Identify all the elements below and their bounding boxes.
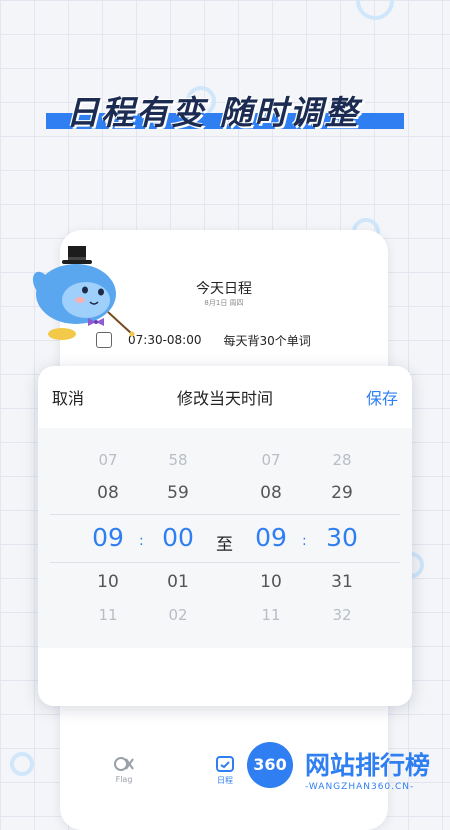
end-colon: :	[302, 533, 307, 549]
calendar-icon	[216, 756, 234, 772]
time-picker: 07 08 09 10 11 : 58 59 00 01 02 至 07 08 …	[38, 428, 412, 648]
wheel-value: 08	[97, 483, 119, 503]
wheel-selected-value: 30	[326, 523, 358, 552]
watermark-url: -WANGZHAN360.CN-	[305, 782, 415, 792]
tab-schedule-label: 日程	[217, 776, 233, 785]
end-minute-wheel[interactable]: 28 29 30 31 32	[312, 428, 372, 648]
wheel-value: 07	[261, 451, 281, 469]
wheel-selected-value: 09	[92, 523, 124, 552]
range-separator: 至	[216, 535, 233, 555]
mascot-illustration	[32, 246, 135, 340]
modal-footer	[38, 648, 412, 706]
wheel-value: 31	[331, 572, 353, 592]
wheel-value: 58	[168, 451, 188, 469]
wheel-value: 11	[261, 606, 281, 624]
start-hour-wheel[interactable]: 07 08 09 10 11	[78, 428, 138, 648]
wheel-value: 11	[98, 606, 118, 624]
top-hat-icon	[62, 246, 92, 264]
wheel-value: 02	[168, 606, 188, 624]
wheel-value: 07	[98, 451, 118, 469]
wheel-value: 01	[167, 572, 189, 592]
task-name: 每天背30个单词	[223, 333, 311, 348]
wheel-value: 08	[260, 483, 282, 503]
watermark-logo: 360 网站排行榜 -WANGZHAN360.CN-	[245, 740, 450, 800]
wheel-value: 28	[332, 451, 352, 469]
watermark-title: 网站排行榜	[305, 751, 431, 780]
flag-icon	[114, 757, 134, 771]
wheel-value: 10	[260, 572, 282, 592]
decor-ring	[356, 0, 394, 20]
save-button[interactable]: 保存	[366, 385, 398, 409]
modal-header: 取消 修改当天时间 保存	[38, 366, 412, 426]
headline-text: 日程有变 随时调整	[66, 93, 360, 132]
wheel-value: 59	[167, 483, 189, 503]
start-minute-wheel[interactable]: 58 59 00 01 02	[148, 428, 208, 648]
decor-ring	[10, 752, 34, 776]
wheel-selected-value: 09	[255, 523, 287, 552]
headline-banner: 日程有变 随时调整	[46, 86, 404, 136]
tab-flag-label: Flag	[115, 775, 133, 784]
wheel-value: 29	[331, 483, 353, 503]
watermark-badge: 360	[247, 742, 293, 788]
wheel-selected-value: 00	[162, 523, 194, 552]
tab-flag[interactable]: Flag	[99, 755, 149, 784]
time-edit-modal: 取消 修改当天时间 保存 07 08 09 10 11 : 58 59 00 0…	[38, 366, 412, 706]
end-hour-wheel[interactable]: 07 08 09 10 11	[241, 428, 301, 648]
tab-schedule[interactable]: 日程	[200, 755, 250, 786]
wheel-value: 32	[332, 606, 352, 624]
start-colon: :	[139, 533, 144, 549]
wheel-value: 10	[97, 572, 119, 592]
modal-title: 修改当天时间	[176, 389, 273, 408]
